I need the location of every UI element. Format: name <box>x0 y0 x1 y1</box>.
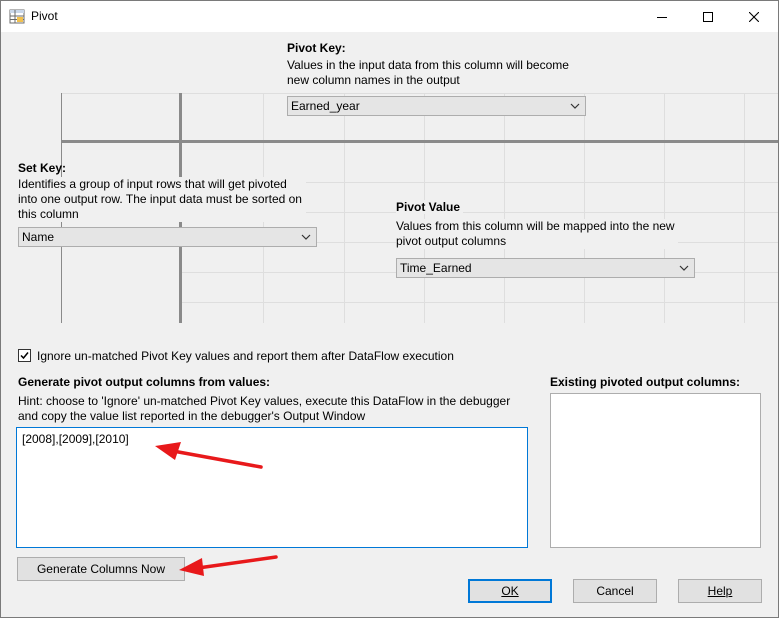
set-key-description: Identifies a group of input rows that wi… <box>18 177 306 222</box>
window-title: Pivot <box>31 9 58 23</box>
generate-columns-button[interactable]: Generate Columns Now <box>17 557 185 581</box>
pivot-values-textarea[interactable]: [2008],[2009],[2010] <box>16 427 528 548</box>
annotation-arrow-icon <box>179 555 278 576</box>
ignore-unmatched-checkbox[interactable] <box>18 349 31 362</box>
pivot-value-dropdown[interactable]: Time_Earned <box>396 258 695 278</box>
pivot-table-icon <box>9 8 26 25</box>
pivot-value-description: Values from this column will be mapped i… <box>396 219 678 249</box>
pivot-dialog: Pivot Pivot Key: Values in the input dat… <box>0 0 779 618</box>
ignore-unmatched-label[interactable]: Ignore un-matched Pivot Key values and r… <box>37 349 454 363</box>
close-icon <box>749 11 759 22</box>
minimize-icon <box>657 16 667 18</box>
pivot-values-text: [2008],[2009],[2010] <box>22 432 129 446</box>
generate-hint: Hint: choose to 'Ignore' un-matched Pivo… <box>18 394 511 423</box>
pivot-key-description: Values in the input data from this colum… <box>287 58 569 87</box>
set-key-selected: Name <box>22 230 55 244</box>
help-button[interactable]: Help <box>678 579 762 603</box>
chevron-down-icon <box>301 234 311 240</box>
annotation-arrow-icon <box>155 442 263 469</box>
title-bar: Pivot <box>1 1 778 32</box>
existing-columns-label: Existing pivoted output columns: <box>550 375 740 389</box>
generate-columns-label: Generate pivot output columns from value… <box>18 375 271 389</box>
checkmark-icon <box>20 352 29 360</box>
pivot-key-selected: Earned_year <box>291 99 360 113</box>
set-key-dropdown[interactable]: Name <box>18 227 317 247</box>
set-key-label: Set Key: <box>18 161 67 175</box>
minimize-button[interactable] <box>639 1 685 32</box>
pivot-key-label: Pivot Key: <box>287 41 346 55</box>
cancel-button[interactable]: Cancel <box>573 579 657 603</box>
pivot-value-selected: Time_Earned <box>400 261 472 275</box>
pivot-value-label: Pivot Value <box>396 200 464 214</box>
maximize-button[interactable] <box>685 1 731 32</box>
pivot-key-dropdown[interactable]: Earned_year <box>287 96 586 116</box>
close-button[interactable] <box>731 1 777 32</box>
maximize-icon <box>703 11 713 22</box>
ok-button[interactable]: OK <box>468 579 552 603</box>
chevron-down-icon <box>570 103 580 109</box>
existing-columns-list[interactable] <box>550 393 761 548</box>
chevron-down-icon <box>679 265 689 271</box>
